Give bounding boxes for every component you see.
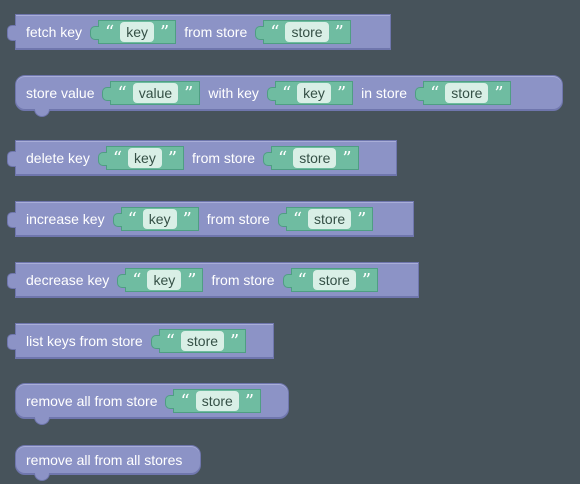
key-string-block[interactable]: “ key ”	[117, 268, 204, 292]
open-quote-icon: “	[132, 270, 142, 291]
from-store-label: from store	[211, 272, 275, 288]
close-quote-icon: ”	[167, 148, 178, 169]
open-quote-icon: “	[180, 391, 190, 412]
close-quote-icon: ”	[342, 148, 352, 169]
open-quote-icon: “	[297, 270, 307, 291]
close-quote-icon: ”	[244, 391, 255, 412]
in-store-label: in store	[361, 85, 408, 101]
delete-key-block[interactable]: delete key “ key ” from store “ store ”	[7, 140, 397, 176]
store-text-field[interactable]: store	[285, 22, 329, 42]
remove-all-from-store-label: remove all from store	[26, 393, 158, 409]
store-string-block[interactable]: “ store ”	[263, 146, 359, 170]
from-store-label: from store	[184, 24, 248, 40]
close-quote-icon: ”	[160, 22, 170, 43]
key-string-block[interactable]: “ key ”	[90, 20, 177, 44]
key-text-field[interactable]: key	[120, 22, 155, 42]
increase-key-label: increase key	[26, 211, 105, 227]
close-quote-icon: ”	[230, 331, 240, 352]
from-store-label: from store	[192, 150, 256, 166]
close-quote-icon: ”	[336, 83, 347, 104]
delete-key-label: delete key	[26, 150, 90, 166]
open-quote-icon: “	[105, 22, 115, 43]
close-quote-icon: ”	[494, 83, 504, 104]
store-value-block[interactable]: store value “ value ” with key “ key ” i…	[15, 75, 563, 117]
open-quote-icon: “	[165, 331, 175, 352]
store-string-block[interactable]: “ store ”	[415, 81, 511, 105]
store-value-label: store value	[26, 85, 95, 101]
with-key-label: with key	[208, 85, 259, 101]
store-text-field[interactable]: store	[293, 148, 337, 168]
store-text-field[interactable]: store	[312, 270, 356, 290]
store-string-block[interactable]: “ store ”	[150, 329, 247, 353]
store-text-field[interactable]: store	[180, 331, 225, 351]
fetch-key-label: fetch key	[26, 24, 83, 40]
close-quote-icon: ”	[361, 270, 372, 291]
from-store-label: from store	[206, 211, 270, 227]
increase-key-block[interactable]: increase key “ key ” from store “ store …	[7, 201, 414, 237]
close-quote-icon: ”	[357, 209, 367, 230]
open-quote-icon: “	[117, 83, 127, 104]
key-text-field[interactable]: key	[147, 270, 182, 290]
remove-all-from-all-stores-label: remove all from all stores	[26, 452, 183, 468]
store-text-field[interactable]: store	[445, 83, 489, 103]
open-quote-icon: “	[270, 22, 280, 43]
key-string-block[interactable]: “ key ”	[97, 146, 185, 170]
key-string-block[interactable]: “ key ”	[266, 81, 354, 105]
close-quote-icon: ”	[182, 209, 192, 230]
open-quote-icon: “	[278, 148, 288, 169]
close-quote-icon: ”	[184, 83, 194, 104]
close-quote-icon: ”	[334, 22, 344, 43]
key-text-field[interactable]: key	[128, 148, 162, 168]
value-text-field[interactable]: value	[132, 83, 179, 103]
open-quote-icon: “	[127, 209, 137, 230]
store-string-block[interactable]: “ store ”	[165, 389, 262, 413]
store-string-block[interactable]: “ store ”	[255, 20, 351, 44]
open-quote-icon: “	[112, 148, 123, 169]
store-text-field[interactable]: store	[195, 391, 239, 411]
decrease-key-block[interactable]: decrease key “ key ” from store “ store …	[7, 262, 419, 298]
decrease-key-label: decrease key	[26, 272, 110, 288]
open-quote-icon: “	[281, 83, 292, 104]
open-quote-icon: “	[430, 83, 440, 104]
blocks-workspace[interactable]: fetch key “ key ” from store “ store ” s…	[0, 0, 580, 484]
value-string-block[interactable]: “ value ”	[102, 81, 201, 105]
store-string-block[interactable]: “ store ”	[277, 207, 374, 231]
open-quote-icon: “	[292, 209, 303, 230]
list-keys-block[interactable]: list keys from store “ store ”	[7, 323, 274, 359]
list-keys-label: list keys from store	[26, 333, 143, 349]
key-string-block[interactable]: “ key ”	[112, 207, 199, 231]
key-text-field[interactable]: key	[297, 83, 331, 103]
remove-all-from-store-block[interactable]: remove all from store “ store ”	[15, 383, 289, 425]
store-string-block[interactable]: “ store ”	[282, 268, 379, 292]
remove-all-from-all-stores-block[interactable]: remove all from all stores	[15, 445, 201, 481]
fetch-key-block[interactable]: fetch key “ key ” from store “ store ”	[7, 14, 391, 50]
key-text-field[interactable]: key	[142, 209, 177, 229]
close-quote-icon: ”	[187, 270, 197, 291]
store-text-field[interactable]: store	[308, 209, 352, 229]
